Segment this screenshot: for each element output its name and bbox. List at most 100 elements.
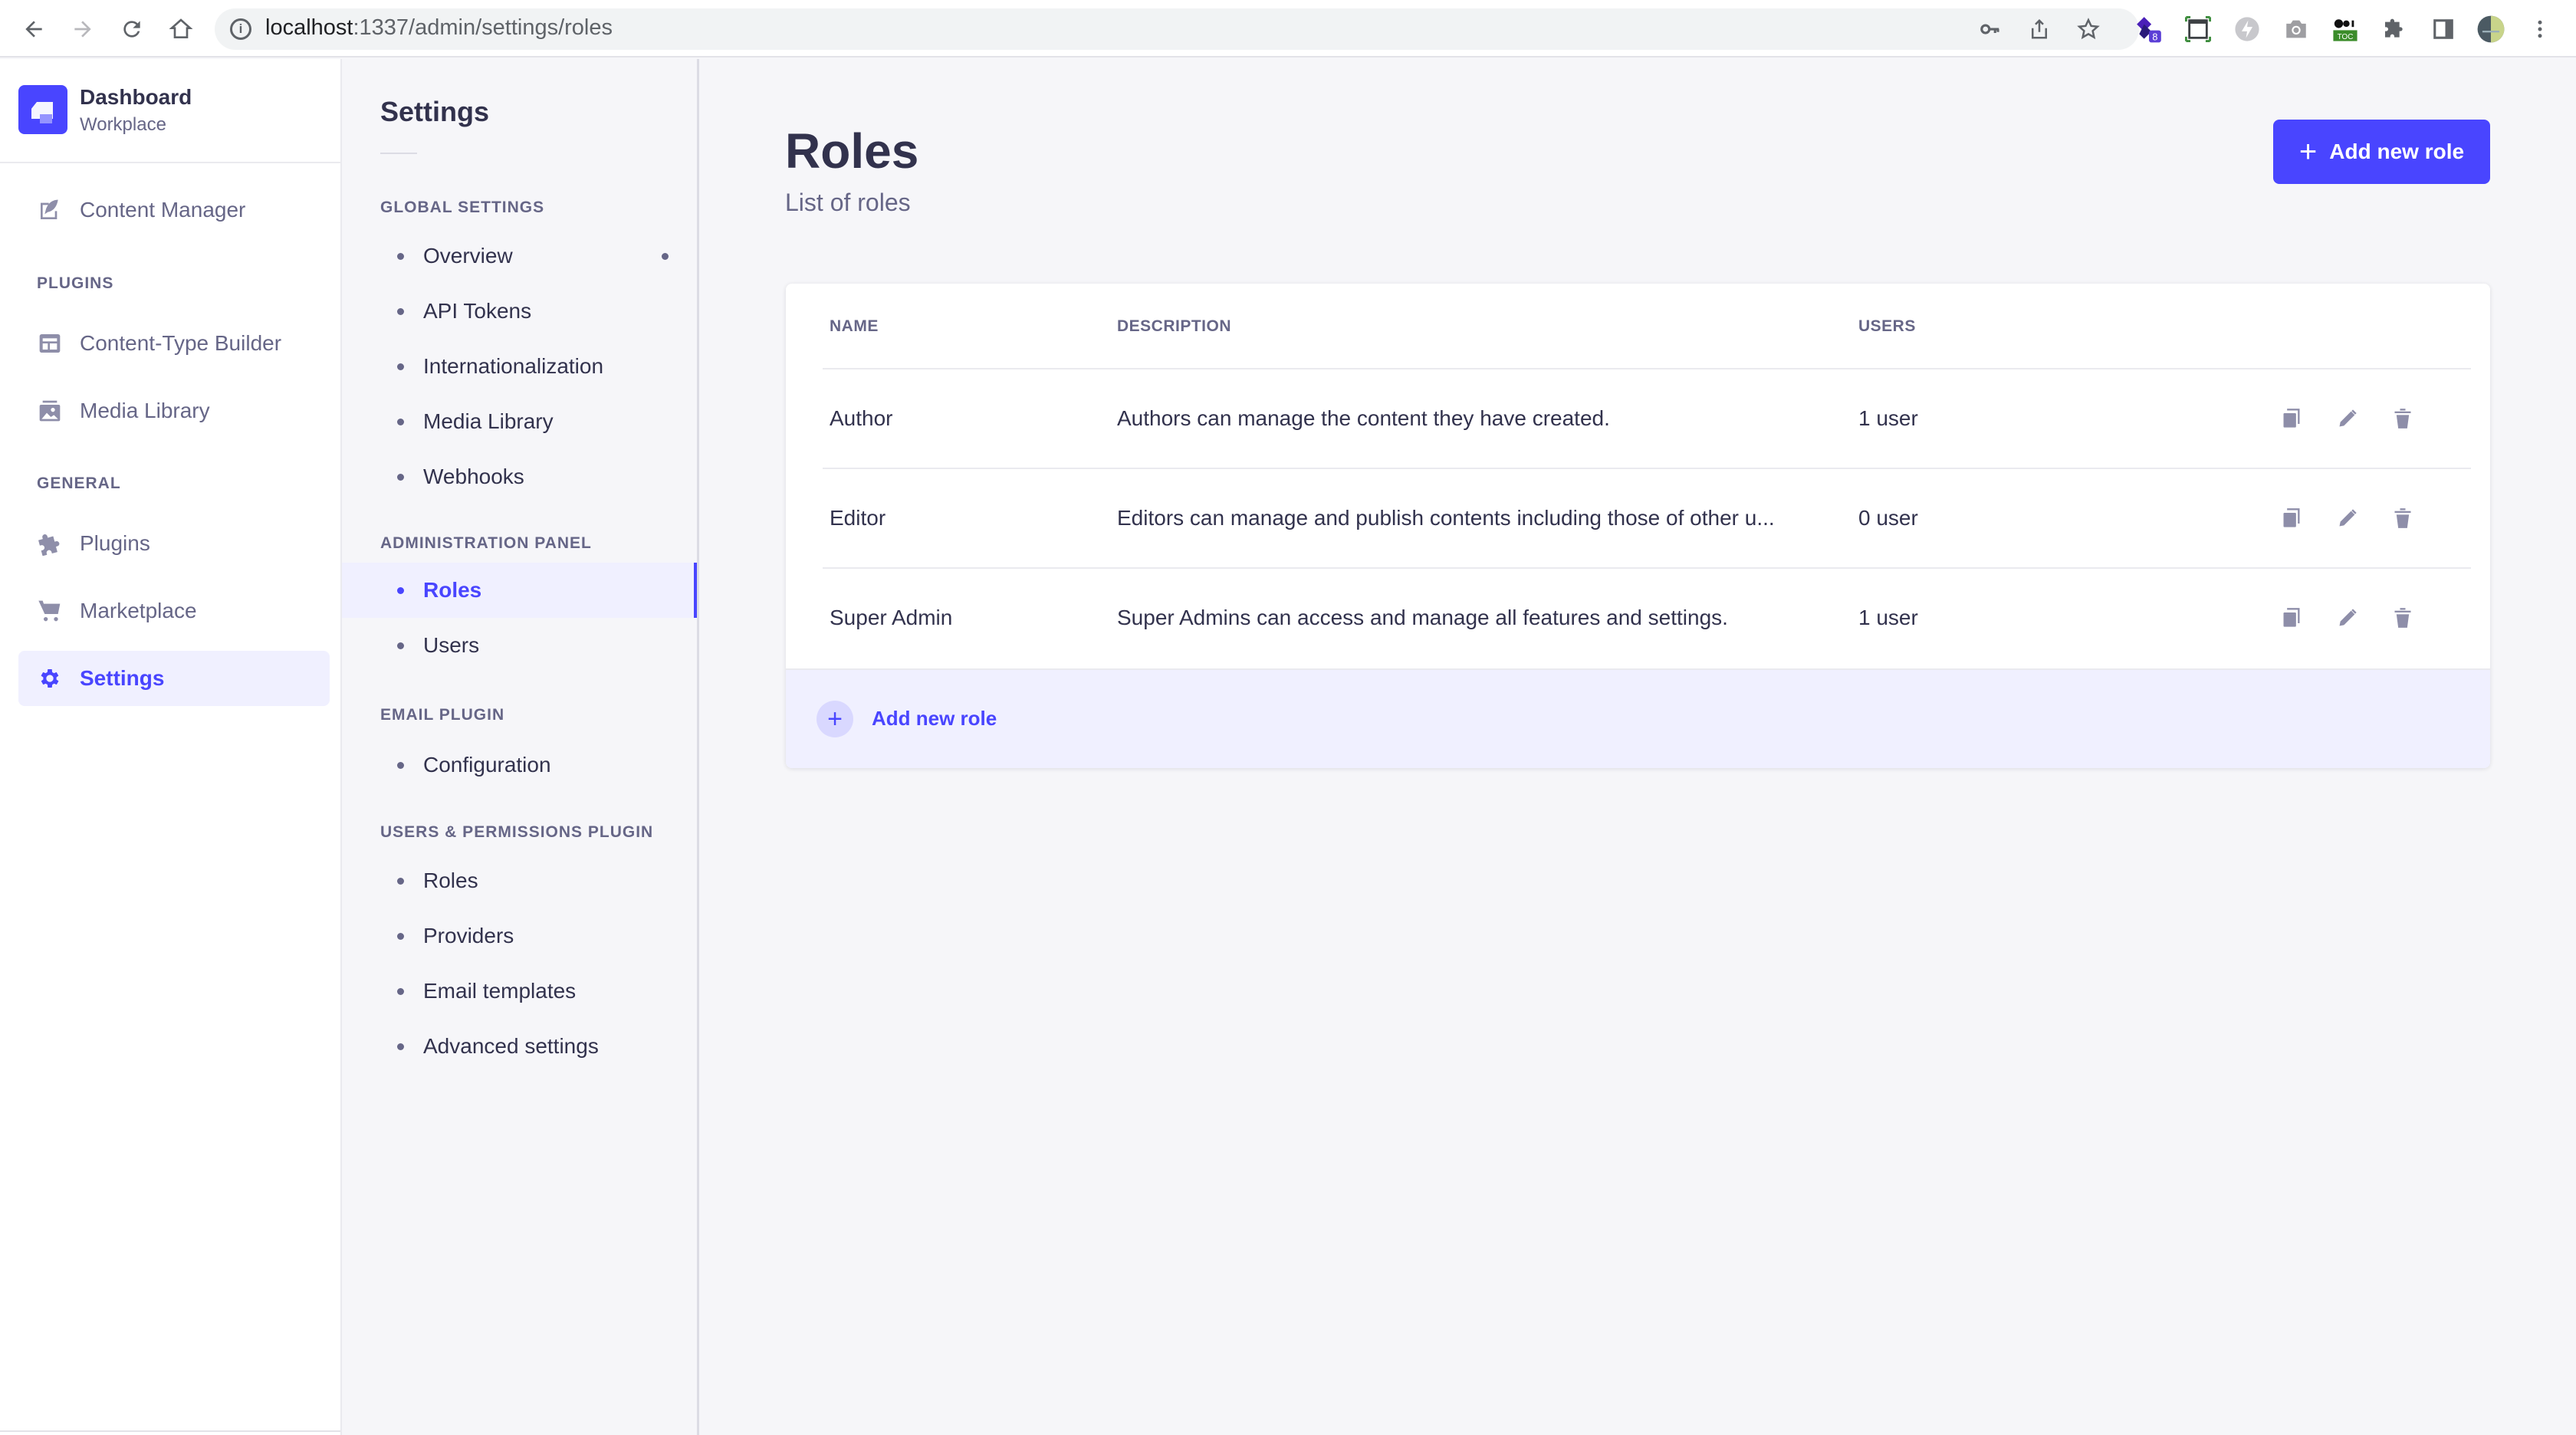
brand-subtitle: Workplace [80,114,166,135]
reload-button[interactable] [117,14,147,44]
share-icon[interactable] [2026,15,2053,43]
arrow-right-icon [74,21,91,38]
duplicate-icon[interactable] [2276,603,2307,633]
image-icon [37,398,63,424]
bullet-icon [397,252,404,260]
add-new-role-button[interactable]: + Add new role [2273,120,2490,184]
forward-button[interactable] [67,14,98,44]
page-subtitle: List of roles [785,189,911,216]
url-text[interactable]: localhost:1337/admin/settings/roles [265,15,613,41]
bullet-icon [397,761,404,769]
gear-icon [37,665,63,691]
settings-item-overview[interactable]: Overview [342,228,697,284]
settings-title-divider [380,153,417,154]
key-icon[interactable] [1976,15,2004,43]
settings-item-up-roles[interactable]: Roles [342,853,697,908]
section-email-plugin: EMAIL PLUGIN [380,706,505,724]
column-header-description[interactable]: DESCRIPTION [1117,317,1231,336]
section-administration-panel: ADMINISTRATION PANEL [380,534,592,552]
settings-navigation: Settings GLOBAL SETTINGS Overview API To… [342,59,699,1435]
main-navigation: Dashboard Workplace Content Manager PLUG… [0,59,342,1435]
settings-item-providers[interactable]: Providers [342,908,697,964]
bullet-icon [397,586,404,594]
site-info-icon[interactable]: i [230,18,251,40]
trash-icon[interactable] [2387,603,2418,633]
bullet-icon [397,877,404,885]
settings-item-email-templates[interactable]: Email templates [342,964,697,1019]
camera-icon[interactable] [2282,15,2311,44]
layout-icon [37,330,63,356]
settings-item-roles[interactable]: Roles [342,563,697,618]
nav-item-marketplace[interactable]: Marketplace [18,583,330,639]
reload-icon [123,21,140,38]
browser-toolbar: i localhost:1337/admin/settings/roles 8 … [0,0,2576,57]
svg-text:8: 8 [2152,31,2157,42]
browser-menu-icon[interactable] [2525,15,2555,44]
nav-item-settings[interactable]: Settings [18,651,330,706]
screenshot-frame-icon[interactable] [2183,15,2213,44]
feather-icon [37,197,63,223]
add-new-role-link: Add new role [872,707,997,730]
lightning-icon[interactable] [2233,15,2262,44]
settings-item-configuration[interactable]: Configuration [342,737,697,793]
pencil-icon[interactable] [2332,403,2363,434]
role-description: Super Admins can access and manage all f… [1117,606,1728,629]
bullet-icon [397,932,404,940]
trash-icon[interactable] [2387,403,2418,434]
roles-table: NAME DESCRIPTION USERS Author Authors ca… [786,284,2490,768]
bullet-icon [397,363,404,370]
bullet-icon [397,642,404,649]
nav-item-plugins[interactable]: Plugins [18,516,330,571]
pencil-icon[interactable] [2332,603,2363,633]
svg-text:TOC: TOC [2338,33,2354,41]
role-description: Authors can manage the content they have… [1117,406,1610,430]
brand-header: Dashboard Workplace [0,59,340,163]
duplicate-icon[interactable] [2276,503,2307,534]
role-users-count: 1 user [1858,406,1918,430]
nav-item-media-library[interactable]: Media Library [18,383,330,438]
role-users-count: 0 user [1858,506,1918,530]
role-users-count: 1 user [1858,606,1918,629]
bullet-icon [397,987,404,995]
row-divider [823,567,2471,569]
brand-logo[interactable] [18,85,67,134]
nav-section-general: GENERAL [37,475,121,492]
puzzle-extensions-icon[interactable] [2380,15,2409,44]
settings-item-advanced-settings[interactable]: Advanced settings [342,1019,697,1074]
page-title: Roles [785,123,919,179]
puzzle-icon [37,530,63,557]
sidebar-divider [0,1430,340,1432]
column-header-users[interactable]: USERS [1858,317,1916,336]
settings-item-media-library[interactable]: Media Library [342,394,697,449]
bullet-icon [397,473,404,481]
role-name: Editor [830,506,886,530]
column-header-name[interactable]: NAME [830,317,879,336]
section-global-settings: GLOBAL SETTINGS [380,199,545,216]
bookmark-star-icon[interactable] [2075,15,2102,43]
bullet-icon [397,418,404,425]
nav-item-content-type-builder[interactable]: Content-Type Builder [18,316,330,371]
role-name: Author [830,406,893,430]
profile-avatar[interactable] [2476,15,2505,44]
settings-item-users[interactable]: Users [342,618,697,673]
role-name: Super Admin [830,606,953,629]
duplicate-icon[interactable] [2276,403,2307,434]
add-new-role-footer[interactable]: + Add new role [786,668,2490,768]
toc-extension-icon[interactable]: TOC [2331,15,2360,44]
back-button[interactable] [18,14,49,44]
plus-circle-icon: + [816,701,853,737]
side-panel-icon[interactable] [2429,15,2458,44]
cart-icon [37,598,63,624]
pencil-icon[interactable] [2332,503,2363,534]
trash-icon[interactable] [2387,503,2418,534]
settings-item-webhooks[interactable]: Webhooks [342,449,697,504]
extension-diamond-icon[interactable]: 8 [2134,15,2164,44]
role-description: Editors can manage and publish contents … [1117,506,1775,530]
settings-item-api-tokens[interactable]: API Tokens [342,284,697,339]
row-divider [823,468,2471,469]
settings-nav-title: Settings [380,96,490,127]
arrow-left-icon [25,21,42,38]
nav-item-content-manager[interactable]: Content Manager [18,182,330,238]
settings-item-internationalization[interactable]: Internationalization [342,339,697,394]
home-button[interactable] [166,14,196,44]
